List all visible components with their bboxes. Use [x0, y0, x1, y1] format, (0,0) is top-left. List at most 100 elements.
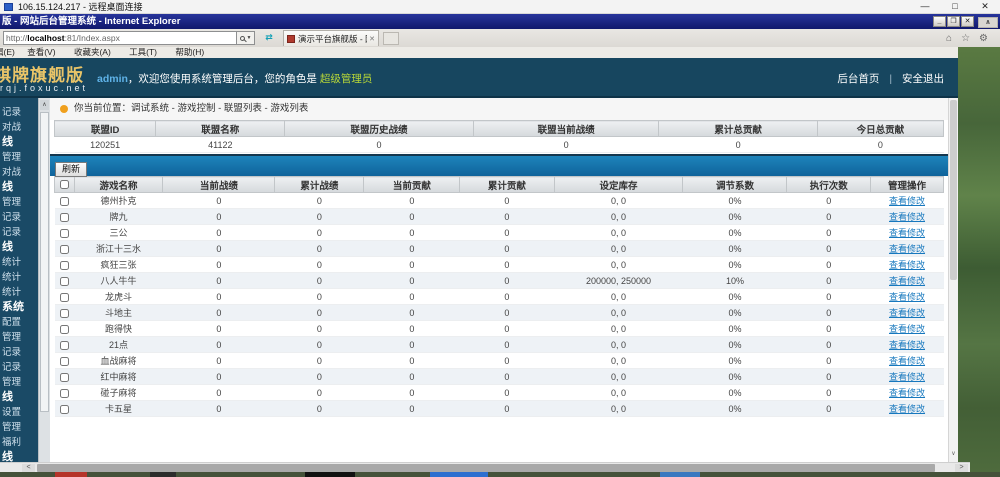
sidebar-item[interactable]: 线 [0, 450, 38, 462]
row-checkbox[interactable] [59, 324, 69, 334]
sidebar-item[interactable]: 记录 [0, 360, 38, 375]
view-edit-link[interactable]: 查看修改 [889, 228, 925, 238]
page-scrollbar-thumb[interactable] [950, 100, 957, 280]
horizontal-scrollbar-thumb[interactable] [37, 464, 935, 472]
view-edit-link[interactable]: 查看修改 [889, 356, 925, 366]
sidebar-item[interactable]: 线 [0, 390, 38, 405]
rdp-maximize-button[interactable]: □ [940, 1, 970, 12]
sidebar-item[interactable]: 管理 [0, 375, 38, 390]
view-edit-link[interactable]: 查看修改 [889, 196, 925, 206]
ie-minimize-button[interactable]: _ [933, 16, 946, 27]
row-checkbox[interactable] [59, 308, 69, 318]
game-name: 疯狂三张 [74, 256, 163, 273]
view-edit-link[interactable]: 查看修改 [889, 260, 925, 270]
sidebar-item[interactable]: 管理 [0, 150, 38, 165]
view-edit-link[interactable]: 查看修改 [889, 212, 925, 222]
sidebar-item[interactable]: 统计 [0, 270, 38, 285]
sidebar-item[interactable]: 福利 [0, 435, 38, 450]
view-edit-link[interactable]: 查看修改 [889, 276, 925, 286]
game-value: 0 [274, 272, 364, 289]
rdp-scroll-up-button[interactable]: ∧ [978, 17, 998, 28]
select-all-checkbox[interactable] [59, 179, 69, 189]
tools-gear-icon[interactable]: ⚙ [979, 33, 988, 44]
game-value: 0 [459, 320, 555, 337]
sidebar-item[interactable]: 线 [0, 135, 38, 150]
sidebar-item[interactable]: 记录 [0, 105, 38, 120]
game-name: 浙江十三水 [74, 240, 163, 257]
game-value: 0 [274, 400, 364, 417]
sidebar-item[interactable]: 线 [0, 180, 38, 195]
ie-restore-button[interactable]: ❐ [947, 16, 960, 27]
row-checkbox[interactable] [59, 276, 69, 286]
sidebar-item[interactable]: 管理 [0, 420, 38, 435]
view-edit-link[interactable]: 查看修改 [889, 324, 925, 334]
row-checkbox[interactable] [59, 340, 69, 350]
sidebar-item[interactable]: 统计 [0, 255, 38, 270]
page-vertical-scrollbar[interactable]: ∨ [948, 98, 958, 462]
checkbox-cell [54, 192, 75, 209]
address-input[interactable]: http://localhost:81/Index.aspx [3, 31, 237, 45]
rdp-close-button[interactable]: ✕ [970, 1, 1000, 12]
sidebar-item[interactable]: 管理 [0, 195, 38, 210]
menu-edit[interactable]: 辑(E) [0, 47, 15, 57]
tab-close-icon[interactable]: ✕ [369, 35, 375, 43]
home-icon[interactable]: ⌂ [946, 33, 952, 44]
refresh-page-icon[interactable]: ⇄ [261, 31, 277, 45]
rdp-connection-icon [4, 2, 13, 11]
row-checkbox[interactable] [59, 404, 69, 414]
sidebar-item[interactable]: 统计 [0, 285, 38, 300]
row-checkbox[interactable] [59, 260, 69, 270]
view-edit-link[interactable]: 查看修改 [889, 292, 925, 302]
sidebar-item[interactable]: 记录 [0, 210, 38, 225]
row-checkbox[interactable] [59, 244, 69, 254]
sidebar-scrollbar[interactable]: ∧ [38, 98, 50, 462]
refresh-button[interactable]: 刷新 [55, 162, 88, 177]
scroll-left-icon[interactable]: < [22, 464, 35, 472]
view-edit-link[interactable]: 查看修改 [889, 340, 925, 350]
page-scroll-down-icon[interactable]: ∨ [949, 448, 958, 460]
ie-close-button[interactable]: ✕ [961, 16, 974, 27]
sidebar-item[interactable]: 记录 [0, 345, 38, 360]
row-checkbox[interactable] [59, 356, 69, 366]
backend-home-link[interactable]: 后台首页 [837, 73, 879, 85]
league-value: 0 [284, 136, 474, 153]
favorites-star-icon[interactable]: ☆ [961, 33, 970, 44]
new-tab-button[interactable] [383, 31, 399, 45]
sidebar-scrollbar-thumb[interactable] [40, 112, 49, 412]
view-edit-link[interactable]: 查看修改 [889, 244, 925, 254]
address-dropdown-icon[interactable]: ▼ [247, 35, 252, 41]
rdp-minimize-button[interactable]: — [910, 1, 940, 12]
sidebar-item[interactable]: 管理 [0, 330, 38, 345]
row-checkbox[interactable] [59, 228, 69, 238]
menu-tools[interactable]: 工具(T) [129, 47, 157, 57]
scroll-right-icon[interactable]: > [955, 464, 968, 472]
row-checkbox[interactable] [59, 212, 69, 222]
sidebar-item[interactable]: 线 [0, 240, 38, 255]
sidebar-scroll-up-icon[interactable]: ∧ [40, 100, 49, 110]
browser-tab[interactable]: 演示平台旗舰版 - 网站... ✕ [283, 30, 379, 46]
sidebar-item[interactable]: 设置 [0, 405, 38, 420]
game-value: 0, 0 [554, 288, 683, 305]
row-checkbox[interactable] [59, 196, 69, 206]
menu-help[interactable]: 帮助(H) [175, 47, 204, 57]
game-row: 牌九 0 0 0 0 0, 0 0% 0 查看修改 [54, 208, 944, 225]
view-edit-link[interactable]: 查看修改 [889, 372, 925, 382]
menu-favorites[interactable]: 收藏夹(A) [74, 47, 111, 57]
sidebar-item[interactable]: 对战 [0, 165, 38, 180]
view-edit-link[interactable]: 查看修改 [889, 308, 925, 318]
row-checkbox[interactable] [59, 388, 69, 398]
sidebar-item[interactable]: 对战 [0, 120, 38, 135]
game-col-header: 当前贡献 [363, 176, 461, 193]
sidebar-item[interactable]: 配置 [0, 315, 38, 330]
menu-view[interactable]: 查看(V) [27, 47, 55, 57]
sidebar-item[interactable]: 系统 [0, 300, 38, 315]
row-checkbox[interactable] [59, 372, 69, 382]
row-checkbox[interactable] [59, 292, 69, 302]
rdp-horizontal-scrollbar[interactable]: < > [0, 462, 970, 472]
checkbox-cell [54, 208, 75, 225]
sidebar-item[interactable]: 记录 [0, 225, 38, 240]
view-edit-link[interactable]: 查看修改 [889, 388, 925, 398]
address-search-controls[interactable]: ▼ [237, 31, 255, 45]
view-edit-link[interactable]: 查看修改 [889, 404, 925, 414]
safe-logout-link[interactable]: 安全退出 [902, 73, 944, 85]
